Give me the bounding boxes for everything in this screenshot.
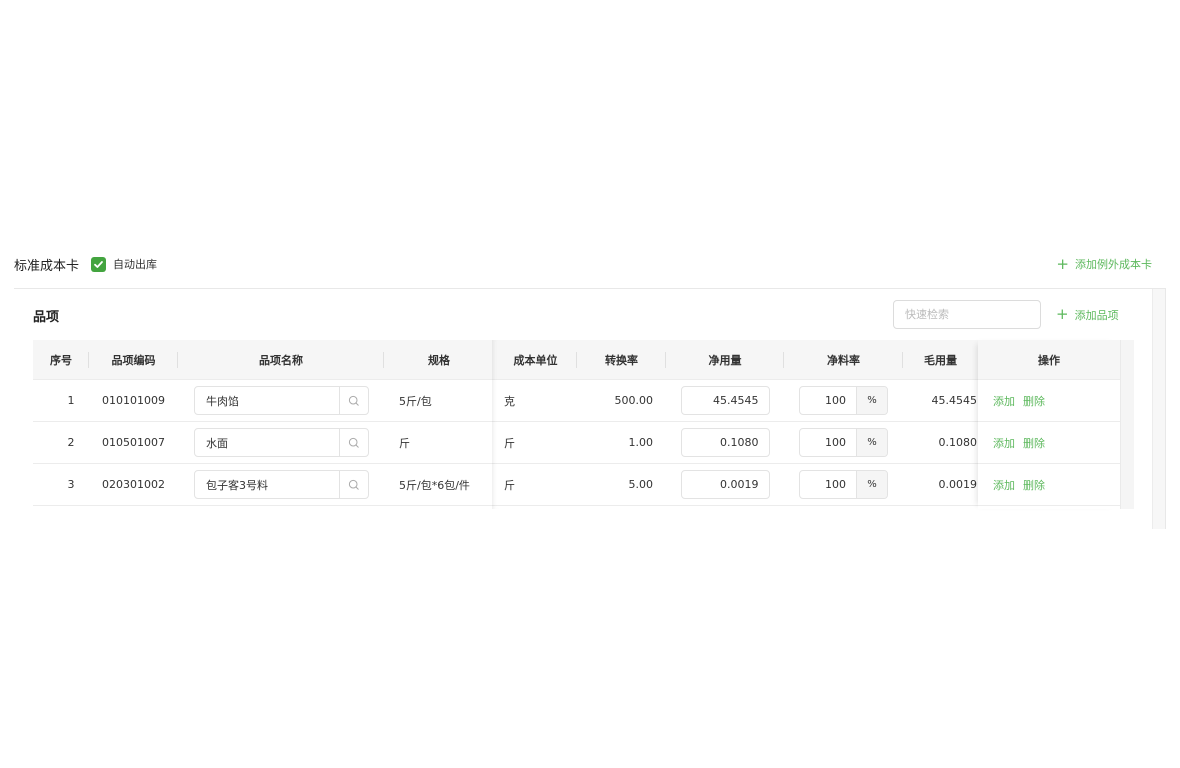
item-name-value: 水面 xyxy=(206,436,228,450)
col-gross-qty: 毛用量 xyxy=(924,353,957,367)
row-conversion: 500.00 xyxy=(614,394,654,407)
net-rate-value: 100 xyxy=(825,394,846,407)
net-qty-input[interactable]: 0.1080 xyxy=(680,428,770,457)
search-icon[interactable] xyxy=(339,429,368,456)
auto-outbound-checkbox[interactable] xyxy=(91,256,107,272)
col-code: 品项编码 xyxy=(89,340,178,379)
items-panel: 品项 + 添加品项 序号 品项编码 品项名称 规格 成本单位 转换率 净用量 净… xyxy=(14,288,1166,529)
net-rate-value: 100 xyxy=(825,478,846,491)
plus-icon: + xyxy=(1056,254,1069,273)
row-gross-qty: 0.0019 xyxy=(938,478,978,491)
col-cost-unit: 成本单位 xyxy=(494,340,577,379)
search-icon[interactable] xyxy=(339,471,368,498)
add-item-button[interactable]: + 添加品项 xyxy=(1056,300,1119,329)
panel-scrollbar[interactable] xyxy=(1152,289,1165,529)
row-gross-qty: 0.1080 xyxy=(938,436,978,449)
col-ops: 操作 xyxy=(1038,353,1060,367)
net-rate-value: 100 xyxy=(825,436,846,449)
item-name-input[interactable]: 包子客3号料 xyxy=(194,470,369,499)
row-index: 1 xyxy=(67,394,75,407)
delete-row-link[interactable]: 删除 xyxy=(1023,435,1045,451)
col-conversion: 转换率 xyxy=(577,340,666,379)
col-net-qty: 净用量 xyxy=(666,340,784,379)
row-spec: 斤 xyxy=(399,436,410,450)
table-header: 序号 品项编码 品项名称 规格 成本单位 转换率 净用量 净料率 毛用量 操作 xyxy=(33,340,1134,380)
net-qty-input[interactable]: 45.4545 xyxy=(680,386,770,415)
search-icon[interactable] xyxy=(339,387,368,414)
cost-card-header: 标准成本卡 自动出库 + 添加例外成本卡 xyxy=(14,254,1166,274)
row-index: 2 xyxy=(67,436,75,449)
item-name-value: 包子客3号料 xyxy=(206,478,268,492)
net-rate-input[interactable]: 100 % xyxy=(799,470,888,499)
row-gross-qty: 45.4545 xyxy=(931,394,978,407)
delete-row-link[interactable]: 删除 xyxy=(1023,477,1045,493)
add-row-link[interactable]: 添加 xyxy=(993,435,1015,451)
row-conversion: 5.00 xyxy=(628,478,654,491)
items-table: 序号 品项编码 品项名称 规格 成本单位 转换率 净用量 净料率 毛用量 操作 … xyxy=(33,340,1134,509)
percent-addon: % xyxy=(856,471,887,498)
percent-addon: % xyxy=(856,387,887,414)
col-name: 品项名称 xyxy=(178,340,384,379)
percent-addon: % xyxy=(856,429,887,456)
section-title: 品项 xyxy=(33,310,60,325)
check-icon xyxy=(94,260,103,268)
row-cost-unit: 斤 xyxy=(504,436,515,450)
row-code: 020301002 xyxy=(102,478,165,491)
col-net-rate: 净料率 xyxy=(784,340,903,379)
row-cost-unit: 斤 xyxy=(504,478,515,492)
table-row: 1 010101009 牛肉馅 5斤/包 克 500.00 45.4545 10… xyxy=(33,380,1134,422)
card-title: 标准成本卡 xyxy=(14,258,80,274)
row-spec: 5斤/包*6包/件 xyxy=(399,478,470,492)
add-row-link[interactable]: 添加 xyxy=(993,393,1015,409)
delete-row-link[interactable]: 删除 xyxy=(1023,393,1045,409)
add-item-label: 添加品项 xyxy=(1074,308,1119,322)
net-qty-input[interactable]: 0.0019 xyxy=(680,470,770,499)
table-scrollbar[interactable] xyxy=(1120,340,1134,509)
row-cost-unit: 克 xyxy=(504,394,515,408)
quick-search-input[interactable] xyxy=(893,300,1041,329)
row-index: 3 xyxy=(67,478,75,491)
add-exception-card-button[interactable]: + 添加例外成本卡 xyxy=(1056,254,1152,274)
col-index: 序号 xyxy=(33,340,89,379)
item-name-input[interactable]: 牛肉馅 xyxy=(194,386,369,415)
add-row-link[interactable]: 添加 xyxy=(993,477,1015,493)
col-spec: 规格 xyxy=(428,353,450,367)
row-spec: 5斤/包 xyxy=(399,394,432,408)
plus-icon: + xyxy=(1056,305,1069,323)
row-code: 010501007 xyxy=(102,436,165,449)
net-rate-input[interactable]: 100 % xyxy=(799,428,888,457)
table-row: 2 010501007 水面 斤 斤 1.00 0.1080 100 % 0.1… xyxy=(33,422,1134,464)
net-rate-input[interactable]: 100 % xyxy=(799,386,888,415)
table-row: 3 020301002 包子客3号料 5斤/包*6包/件 斤 5.00 0.00… xyxy=(33,464,1134,506)
item-name-value: 牛肉馅 xyxy=(206,394,239,408)
row-conversion: 1.00 xyxy=(628,436,654,449)
add-exception-label: 添加例外成本卡 xyxy=(1075,258,1152,271)
row-code: 010101009 xyxy=(102,394,165,407)
item-name-input[interactable]: 水面 xyxy=(194,428,369,457)
auto-outbound-label: 自动出库 xyxy=(113,258,158,271)
